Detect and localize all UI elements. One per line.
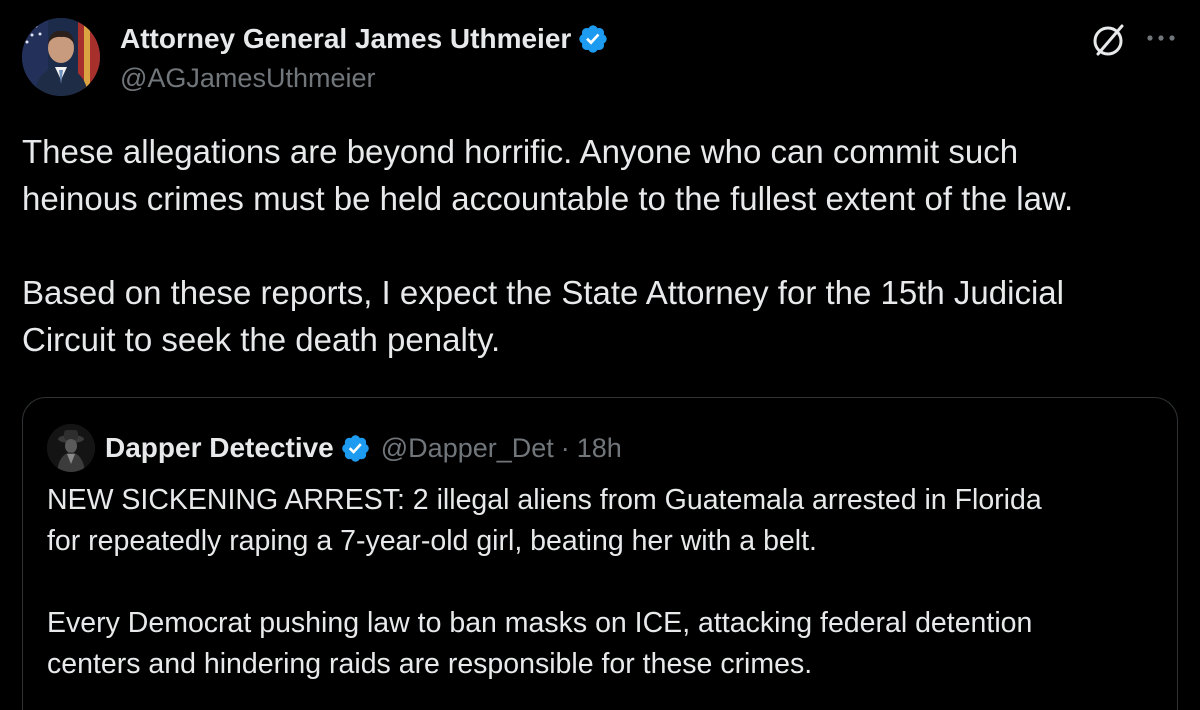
quoted-text-line: NEW SICKENING ARREST: 2 illegal aliens f… (47, 484, 1042, 516)
tweet-text-line: heinous crimes must be held accountable … (22, 180, 1074, 217)
quoted-tweet-header: Dapper Detective @Dapper_Det · 18h (47, 424, 622, 472)
more-icon[interactable] (1140, 20, 1182, 56)
author-name-row: Attorney General James Uthmeier (120, 20, 609, 58)
verified-badge-icon[interactable] (577, 23, 609, 55)
quoted-text-line: centers and hindering raids are responsi… (47, 648, 813, 680)
meta-separator: · (560, 432, 570, 463)
verified-badge-icon[interactable] (340, 433, 371, 464)
quoted-tweet-time[interactable]: 18h (577, 433, 622, 464)
tweet-text-line: Based on these reports, I expect the Sta… (22, 274, 1064, 311)
tweet-text-line: These allegations are beyond horrific. A… (22, 133, 1019, 170)
author-block: Attorney General James Uthmeier @AGJames… (120, 20, 609, 94)
author-handle[interactable]: @AGJamesUthmeier (120, 63, 609, 94)
grok-icon[interactable] (1088, 20, 1128, 60)
quoted-text-line: for repeatedly raping a 7-year-old girl,… (47, 525, 817, 557)
author-display-name[interactable]: Attorney General James Uthmeier (120, 23, 571, 55)
quoted-author-avatar[interactable] (47, 424, 95, 472)
quoted-author-display-name[interactable]: Dapper Detective (105, 432, 334, 464)
quoted-text-line: Every Democrat pushing law to ban masks … (47, 607, 1033, 639)
tweet-text: These allegations are beyond horrific. A… (22, 128, 1182, 363)
quoted-tweet-text: NEW SICKENING ARREST: 2 illegal aliens f… (47, 480, 1157, 685)
author-avatar[interactable] (22, 18, 100, 96)
quoted-author-handle[interactable]: @Dapper_Det (381, 433, 554, 464)
tweet-text-line: Circuit to seek the death penalty. (22, 321, 501, 358)
quoted-tweet-card[interactable]: Dapper Detective @Dapper_Det · 18h NEW S… (22, 397, 1178, 710)
